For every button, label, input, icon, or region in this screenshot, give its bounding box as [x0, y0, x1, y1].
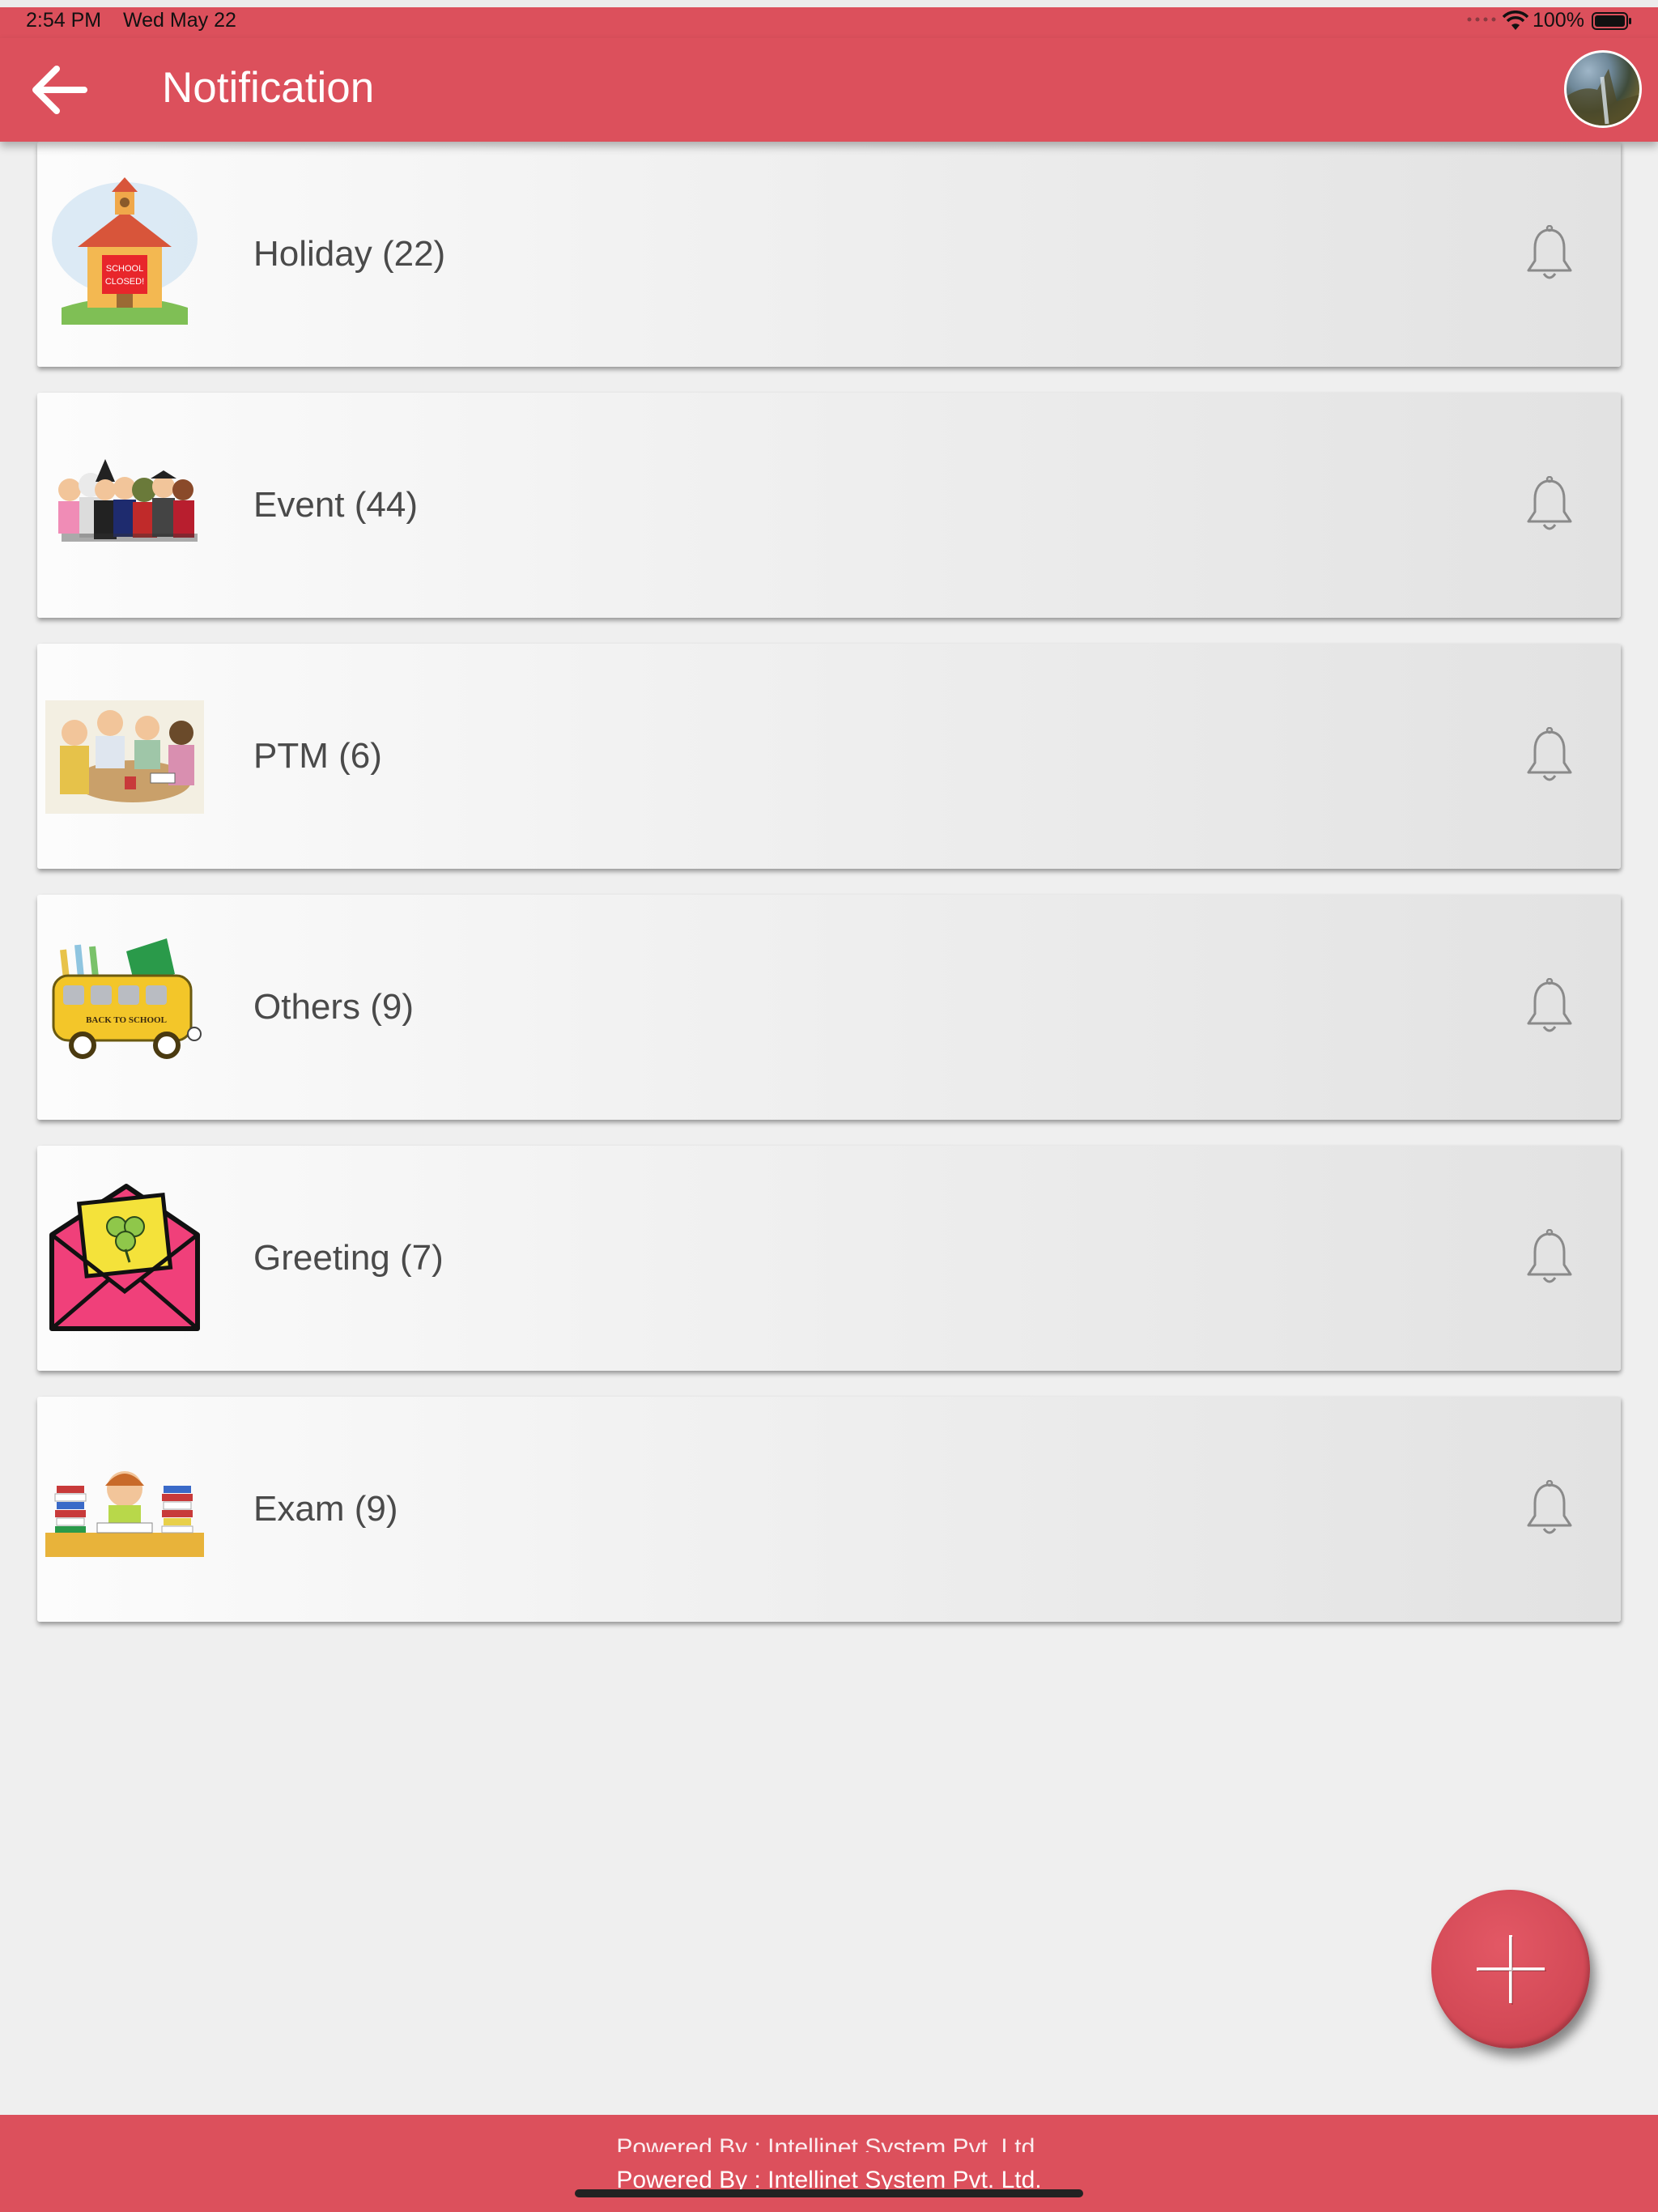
- bell-icon[interactable]: [1524, 727, 1575, 785]
- svg-text:SCHOOL: SCHOOL: [106, 264, 143, 274]
- costumed-kids-image: [58, 459, 198, 542]
- bell-icon[interactable]: [1524, 225, 1575, 283]
- profile-avatar[interactable]: [1564, 50, 1642, 128]
- app-header: Notification: [0, 38, 1658, 142]
- category-label: Exam (9): [253, 1489, 398, 1529]
- wifi-icon: [1503, 11, 1528, 30]
- category-label: Event (44): [253, 485, 418, 525]
- page-title: Notification: [162, 64, 375, 112]
- status-bar: 2:54 PM Wed May 22 100%: [0, 7, 1658, 38]
- back-button[interactable]: [24, 56, 92, 124]
- battery-percent: 100%: [1533, 9, 1584, 32]
- bell-icon[interactable]: [1524, 1480, 1575, 1538]
- category-card-event[interactable]: Event (44): [37, 393, 1621, 618]
- category-card-ptm[interactable]: PTM (6): [37, 644, 1621, 869]
- top-strip: [0, 0, 1658, 7]
- category-card-greeting[interactable]: Greeting (7): [37, 1146, 1621, 1371]
- category-label: Holiday (22): [253, 234, 446, 274]
- category-label: PTM (6): [253, 736, 382, 776]
- add-notification-button[interactable]: [1431, 1890, 1590, 2048]
- svg-text:BACK TO SCHOOL: BACK TO SCHOOL: [86, 1015, 167, 1025]
- status-date: Wed May 22: [123, 9, 236, 32]
- parent-teacher-meeting-image: [45, 700, 204, 814]
- category-label: Greeting (7): [253, 1238, 444, 1278]
- battery-icon: [1592, 12, 1631, 30]
- greeting-envelope-image: [49, 1184, 200, 1331]
- footer-credit-ghost: Powered By : Intellinet System Pvt. Ltd.: [616, 2134, 1042, 2152]
- back-to-school-bus-image: BACK TO SCHOOL: [52, 938, 202, 1059]
- bell-icon[interactable]: [1524, 476, 1575, 534]
- category-card-holiday[interactable]: SCHOOL CLOSED! Holiday (22): [37, 142, 1621, 367]
- svg-text:CLOSED!: CLOSED!: [105, 277, 144, 287]
- category-card-exam[interactable]: Exam (9): [37, 1397, 1621, 1622]
- avatar-photo: [1567, 69, 1639, 125]
- category-label: Others (9): [253, 987, 414, 1027]
- category-card-others[interactable]: BACK TO SCHOOL Others (9): [37, 895, 1621, 1120]
- home-indicator[interactable]: [575, 2189, 1083, 2197]
- exam-study-image: [45, 1471, 204, 1557]
- multitasking-dots-icon: [1467, 17, 1496, 22]
- bell-icon[interactable]: [1524, 978, 1575, 1036]
- arrow-left-icon: [32, 66, 87, 114]
- status-time: 2:54 PM: [26, 9, 102, 32]
- school-closed-image: SCHOOL CLOSED!: [52, 177, 198, 325]
- footer: Powered By : Intellinet System Pvt. Ltd.…: [0, 2115, 1658, 2212]
- bell-icon[interactable]: [1524, 1229, 1575, 1287]
- plus-icon: [1477, 1935, 1546, 2005]
